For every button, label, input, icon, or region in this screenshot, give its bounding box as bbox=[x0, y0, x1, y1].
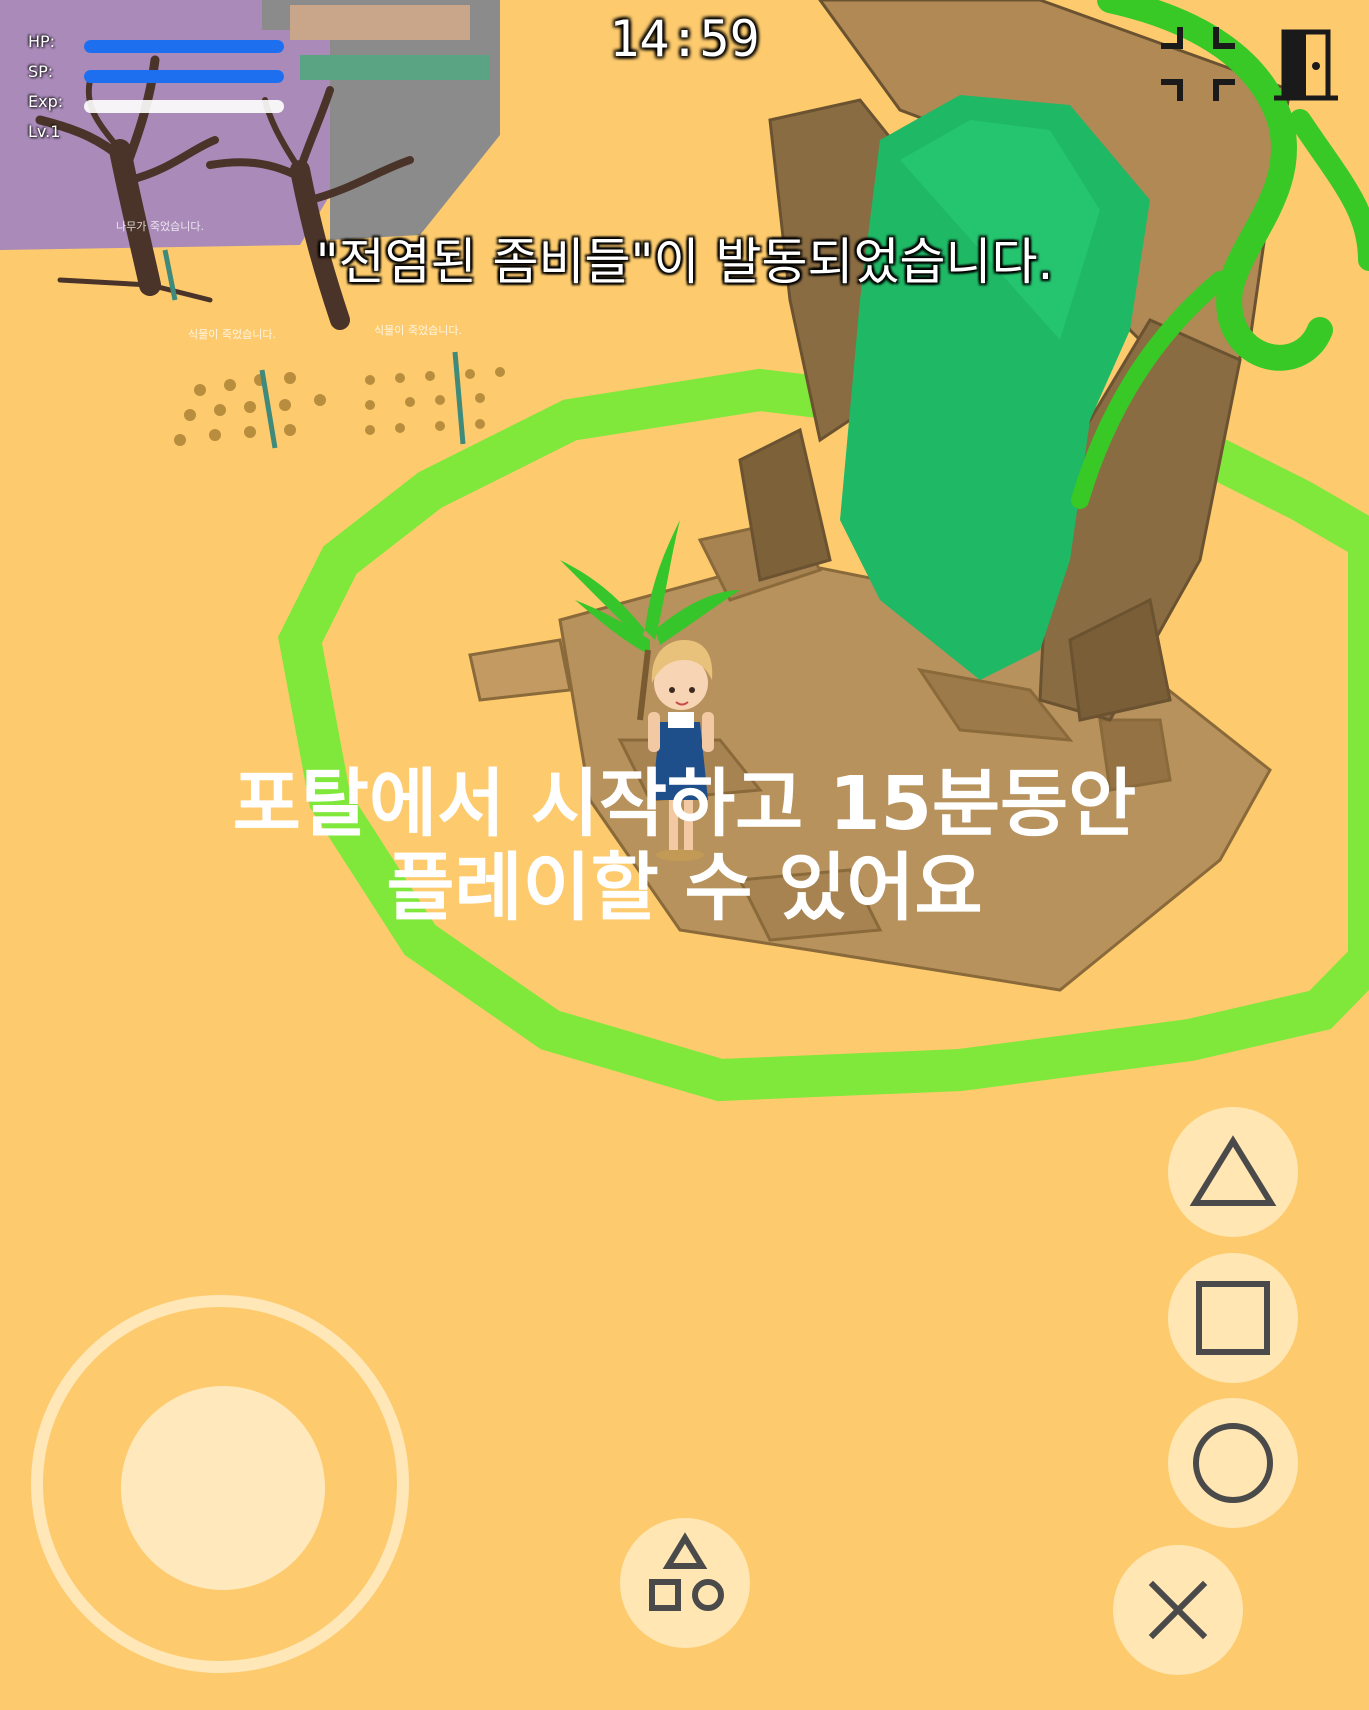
door-exit-icon bbox=[1274, 29, 1338, 101]
square-button[interactable] bbox=[1168, 1253, 1298, 1383]
caption-line-1: 포탈에서 시작하고 15분동안 bbox=[232, 761, 1137, 847]
exit-fullscreen-button[interactable] bbox=[1158, 26, 1238, 102]
level-row: Lv.1 bbox=[26, 120, 326, 150]
exp-bar bbox=[84, 100, 284, 113]
triangle-icon bbox=[1189, 1135, 1277, 1206]
shapes-menu-icon bbox=[649, 1532, 724, 1611]
exp-label: Exp: bbox=[28, 92, 64, 111]
sp-bar bbox=[84, 70, 284, 83]
circle-icon bbox=[1193, 1423, 1273, 1503]
sp-bar-fill bbox=[84, 70, 284, 83]
cross-button[interactable] bbox=[1113, 1545, 1243, 1675]
exit-fullscreen-icon bbox=[1161, 27, 1235, 101]
plant-dead-label-1: 식물이 죽었습니다. bbox=[188, 328, 276, 341]
square-icon bbox=[1196, 1281, 1270, 1355]
tutorial-caption: 포탈에서 시작하고 15분동안 플레이할 수 있어요 bbox=[0, 762, 1369, 930]
triangle-button[interactable] bbox=[1168, 1107, 1298, 1237]
caption-line-2: 플레이할 수 있어요 bbox=[386, 845, 983, 931]
level-label: Lv.1 bbox=[28, 122, 61, 141]
exit-game-button[interactable] bbox=[1270, 26, 1342, 102]
circle-button[interactable] bbox=[1168, 1398, 1298, 1528]
shapes-menu-button[interactable] bbox=[620, 1518, 750, 1648]
plant-dead-label-2: 식물이 죽었습니다. bbox=[374, 324, 462, 337]
joystick-knob[interactable] bbox=[121, 1386, 325, 1590]
exp-row: Exp: bbox=[26, 90, 326, 120]
event-notification: "전염된 좀비들"이 발동되었습니다. bbox=[315, 233, 1054, 291]
cross-icon bbox=[1148, 1580, 1208, 1640]
